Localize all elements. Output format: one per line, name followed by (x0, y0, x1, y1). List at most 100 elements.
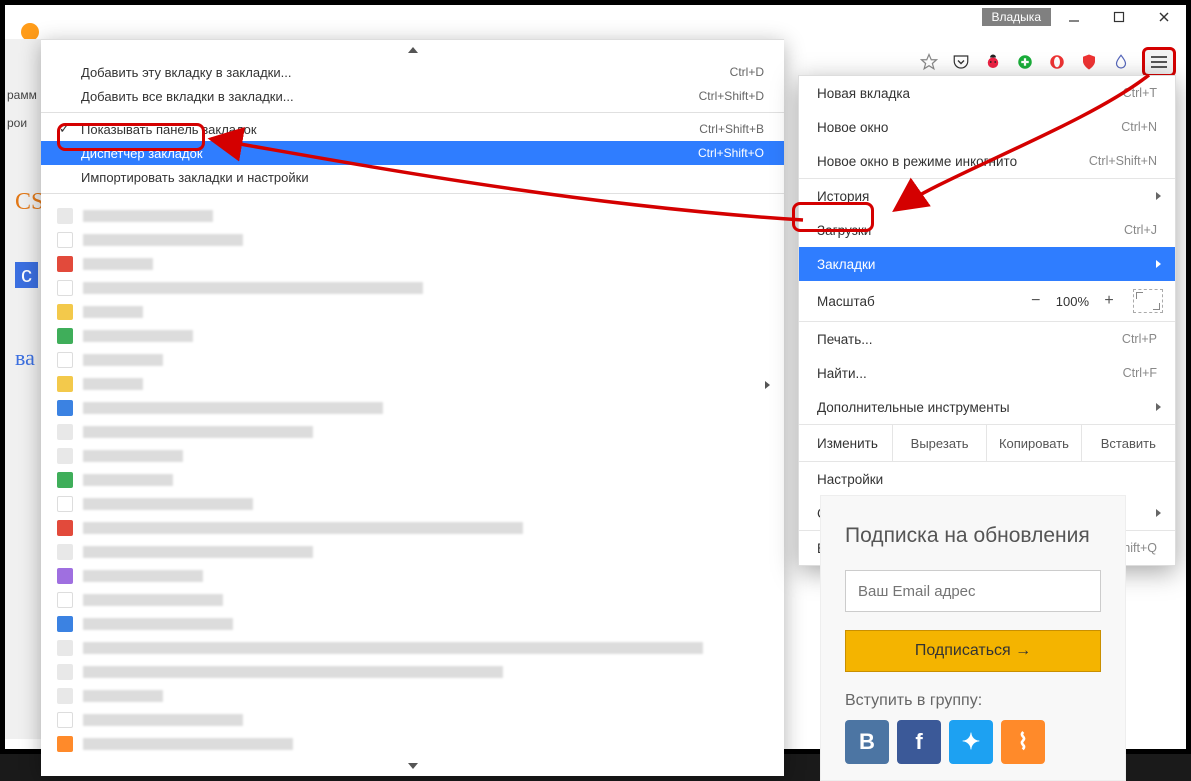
copy-button[interactable]: Копировать (986, 425, 1080, 461)
zoom-value: 100% (1050, 294, 1095, 309)
extension-toolbar (918, 45, 1176, 79)
submenu-item-add-tab[interactable]: Добавить эту вкладку в закладки... Ctrl+… (41, 60, 784, 84)
shortcut: Ctrl+D (730, 65, 764, 79)
submenu-item-add-all[interactable]: Добавить все вкладки в закладки... Ctrl+… (41, 84, 784, 108)
bookmark-item[interactable] (41, 660, 784, 684)
hamburger-menu-button[interactable] (1142, 47, 1176, 77)
menu-label: Масштаб (817, 294, 875, 309)
menu-label: Новая вкладка (817, 86, 910, 101)
scroll-down-icon[interactable] (41, 756, 784, 776)
ublock-icon[interactable] (1014, 51, 1036, 73)
menu-label: Дополнительные инструменты (817, 400, 1010, 415)
opera-icon[interactable] (1046, 51, 1068, 73)
menu-label: Новое окно (817, 120, 888, 135)
fullscreen-icon[interactable] (1133, 289, 1163, 313)
tab-fragment: рамм (5, 85, 41, 105)
menu-item-new-tab[interactable]: Новая вкладка Ctrl+T (799, 76, 1175, 110)
bookmark-item[interactable] (41, 324, 784, 348)
page-background (5, 39, 41, 739)
bookmark-item[interactable] (41, 564, 784, 588)
menu-label: Печать... (817, 332, 872, 347)
titlebar: Владыка (982, 5, 1187, 29)
menu-item-print[interactable]: Печать... Ctrl+P (799, 322, 1175, 356)
bookmark-folder[interactable] (41, 372, 784, 396)
bookmark-item[interactable] (41, 276, 784, 300)
bookmark-item[interactable] (41, 588, 784, 612)
main-menu: Новая вкладка Ctrl+T Новое окно Ctrl+N Н… (798, 75, 1176, 566)
shortcut: Ctrl+Shift+B (699, 122, 764, 136)
separator (41, 193, 784, 194)
bookmarks-list (41, 198, 784, 756)
menu-item-history[interactable]: История (799, 179, 1175, 213)
menu-edit-row: Изменить Вырезать Копировать Вставить (799, 424, 1175, 462)
hamburger-icon (1151, 56, 1167, 68)
star-icon[interactable] (918, 51, 940, 73)
tab-fragment: рои (5, 113, 41, 133)
maximize-button[interactable] (1096, 6, 1141, 28)
submenu-item-bookmark-manager[interactable]: Диспетчер закладок Ctrl+Shift+O (41, 141, 784, 165)
menu-item-downloads[interactable]: Загрузки Ctrl+J (799, 213, 1175, 247)
bookmark-item[interactable] (41, 708, 784, 732)
page-text: CS (15, 189, 44, 216)
bookmark-item[interactable] (41, 420, 784, 444)
cut-button[interactable]: Вырезать (892, 425, 986, 461)
bookmark-item[interactable] (41, 396, 784, 420)
bookmark-item[interactable] (41, 492, 784, 516)
shortcut: Ctrl+N (1121, 120, 1157, 134)
menu-label: Диспетчер закладок (81, 146, 203, 161)
bookmark-item[interactable] (41, 228, 784, 252)
menu-item-incognito[interactable]: Новое окно в режиме инкогнито Ctrl+Shift… (799, 144, 1175, 178)
user-badge: Владыка (982, 8, 1052, 26)
bookmark-item[interactable] (41, 540, 784, 564)
submenu-item-import[interactable]: Импортировать закладки и настройки (41, 165, 784, 189)
adguard-icon[interactable] (1078, 51, 1100, 73)
rss-icon[interactable]: ⌇ (1001, 720, 1045, 764)
menu-label: Настройки (817, 472, 883, 487)
email-input[interactable] (845, 570, 1101, 612)
menu-item-find[interactable]: Найти... Ctrl+F (799, 356, 1175, 390)
menu-label: Найти... (817, 366, 867, 381)
bookmark-item[interactable] (41, 204, 784, 228)
facebook-icon[interactable]: f (897, 720, 941, 764)
page-text: с (15, 262, 38, 288)
bookmark-item[interactable] (41, 732, 784, 756)
shortcut: Ctrl+J (1124, 223, 1157, 237)
close-button[interactable] (1141, 6, 1186, 28)
minimize-button[interactable] (1051, 6, 1096, 28)
group-label: Вступить в группу: (845, 692, 1101, 710)
bookmark-item[interactable] (41, 252, 784, 276)
menu-label: Добавить все вкладки в закладки... (81, 89, 294, 104)
subscribe-button[interactable]: Подписаться → (845, 630, 1101, 672)
bookmark-item[interactable] (41, 612, 784, 636)
shortcut: Ctrl+Shift+N (1089, 154, 1157, 168)
paste-button[interactable]: Вставить (1081, 425, 1175, 461)
scroll-up-icon[interactable] (41, 40, 784, 60)
bookmark-item[interactable] (41, 348, 784, 372)
bookmark-item[interactable] (41, 684, 784, 708)
menu-item-settings[interactable]: Настройки (799, 462, 1175, 496)
pocket-icon[interactable] (950, 51, 972, 73)
bookmark-item[interactable] (41, 636, 784, 660)
vk-icon[interactable]: B (845, 720, 889, 764)
shortcut: Ctrl+T (1123, 86, 1157, 100)
zoom-out-button[interactable]: − (1022, 288, 1050, 314)
twitter-icon[interactable]: ✦ (949, 720, 993, 764)
bookmark-item[interactable] (41, 444, 784, 468)
bookmark-item[interactable] (41, 468, 784, 492)
menu-label: Показывать панель закладок (81, 122, 257, 137)
zoom-in-button[interactable]: + (1095, 288, 1123, 314)
menu-item-zoom: Масштаб − 100% + (799, 281, 1175, 321)
menu-label: Изменить (799, 425, 892, 461)
menu-item-new-window[interactable]: Новое окно Ctrl+N (799, 110, 1175, 144)
drop-icon[interactable] (1110, 51, 1132, 73)
bookmark-item[interactable] (41, 516, 784, 540)
bug-icon[interactable] (982, 51, 1004, 73)
menu-label: Закладки (817, 257, 875, 272)
social-row: B f ✦ ⌇ (845, 720, 1101, 764)
menu-item-bookmarks[interactable]: Закладки (799, 247, 1175, 281)
bookmark-item[interactable] (41, 300, 784, 324)
browser-window: Владыка (0, 0, 1191, 754)
submenu-item-show-bar[interactable]: Показывать панель закладок Ctrl+Shift+B (41, 117, 784, 141)
menu-item-more-tools[interactable]: Дополнительные инструменты (799, 390, 1175, 424)
subscribe-widget: Подписка на обновления Подписаться → Вст… (820, 495, 1126, 781)
